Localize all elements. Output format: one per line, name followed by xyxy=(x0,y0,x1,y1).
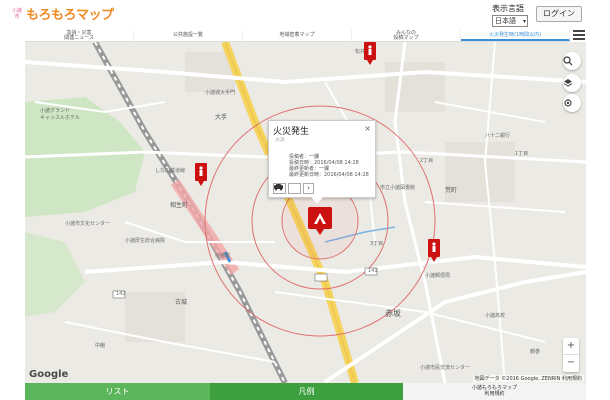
logo-sub-text: 小諸市 xyxy=(11,7,22,20)
map-label-itchome: 1丁目 xyxy=(515,151,529,157)
map-label-akasaka: 赤坂 xyxy=(385,309,401,318)
popup-subtitle: 火災 xyxy=(275,137,286,143)
tab-community-map[interactable]: 地域密着マップ xyxy=(243,30,352,41)
layers-icon[interactable] xyxy=(563,74,581,92)
map-label-komoro-hosp: 小諸厚生総合病院 xyxy=(125,238,166,244)
map-label-sanchome: 3丁目 xyxy=(370,241,384,247)
map-label-route-141: 141 xyxy=(368,268,378,274)
language-select[interactable]: 日本語 ▾ xyxy=(492,15,528,27)
map-label-post: 小諸郵便局 xyxy=(425,273,451,279)
map-label-komoro-station: 小諸駅 xyxy=(215,253,231,259)
map-label-komoro-castle: 小諸城大手門 xyxy=(205,90,236,96)
map-label-tsurumaki: 鶴巻 xyxy=(530,349,541,355)
language-selector: 表示言語 日本語 ▾ xyxy=(492,3,530,27)
language-label: 表示言語 xyxy=(492,4,524,13)
category-tabs: 急訴・災害 関連ニュース 公共施設一覧 地域密着マップ みんなの 投稿マップ 火… xyxy=(25,30,570,42)
chevron-down-icon: ▾ xyxy=(522,18,526,25)
train-icon[interactable] xyxy=(274,183,301,194)
map-label-library: 小諸市民交流センター xyxy=(420,365,471,371)
bottom-bar: リスト 凡例 小諸もろもろマップ 利用規約 xyxy=(25,383,586,400)
zoom-control: + − xyxy=(563,338,579,372)
map-roads xyxy=(25,42,586,383)
tab-disaster-news[interactable]: 急訴・災害 関連ニュース xyxy=(25,30,134,41)
flame-icon xyxy=(314,213,326,224)
zoom-out-button[interactable]: − xyxy=(563,355,579,372)
fire-report-marker[interactable] xyxy=(428,239,440,262)
list-button[interactable]: リスト xyxy=(25,383,210,400)
tab-user-posts[interactable]: みんなの 投稿マップ xyxy=(352,30,461,41)
logo[interactable]: 小諸市 もろもろマップ xyxy=(10,4,114,24)
search-icon[interactable] xyxy=(563,52,581,70)
map-label-kaikoen: 小諸グランド キャッスルホテル xyxy=(40,108,81,121)
map-label-nichome: 2丁目 xyxy=(420,158,434,164)
zoom-in-button[interactable]: + xyxy=(563,338,579,355)
map-label-route-142: 142 xyxy=(116,291,126,297)
map-label-hachijuni: 八十二銀行 xyxy=(485,133,511,139)
google-logo: Google xyxy=(29,369,69,380)
tab-fire-alerts[interactable]: 火災発生時(1時間以内) xyxy=(461,30,570,41)
map-label-nakadana: 中棚 xyxy=(95,343,106,349)
fire-incident-marker[interactable] xyxy=(308,207,332,235)
fire-report-marker[interactable] xyxy=(195,163,207,186)
terms-link[interactable]: 小諸もろもろマップ 利用規約 xyxy=(403,383,586,400)
login-button[interactable]: ログイン xyxy=(536,6,582,22)
map-attribution[interactable]: 地図データ ©2016 Google, ZENRIN 利用規約 xyxy=(472,375,584,382)
map-canvas[interactable]: 赤坂 大手 古城 荒町 相生町 小諸城大手門 小諸グランド キャッスルホテル 小… xyxy=(25,42,586,383)
header: 小諸市 もろもろマップ 表示言語 日本語 ▾ ログイン xyxy=(0,0,610,30)
close-icon[interactable]: × xyxy=(364,124,371,133)
tab-public-facilities[interactable]: 公共施設一覧 xyxy=(134,30,243,41)
map-label-otemachi: 大手 xyxy=(215,114,228,121)
incident-popup: 火災発生 火災 × 投稿者：一課 投稿日時：2016/04/08 14:28 最… xyxy=(268,120,376,204)
legend-button[interactable]: 凡例 xyxy=(210,383,403,400)
map-label-shinano: しなの鉄道線 xyxy=(155,168,186,174)
popup-info: 投稿者：一課 投稿日時：2016/04/08 14:28 最終更新者：一課 最終… xyxy=(289,154,369,178)
map-label-aioi: 相生町 xyxy=(170,202,189,209)
map-label-cultural: 小諸市文化センター xyxy=(65,221,111,227)
logo-text: もろもろマップ xyxy=(26,8,114,23)
fire-report-marker[interactable] xyxy=(364,42,376,65)
location-icon[interactable] xyxy=(563,94,581,112)
map-label-furuki: 古城 xyxy=(175,299,188,306)
language-selected-value: 日本語 xyxy=(495,17,516,25)
map-label-komoro-high: 小諸高校 xyxy=(485,313,506,319)
hamburger-menu-icon[interactable] xyxy=(572,28,586,42)
map-label-haruhara: 荒町 xyxy=(445,187,458,194)
map-label-city-hall: 市立小諸図書館 xyxy=(380,185,416,191)
chevron-right-icon[interactable]: › xyxy=(303,183,314,194)
popup-info-updated-at: 最終更新日時：2016/04/08 14:28 xyxy=(289,172,369,178)
popup-route-buttons: › xyxy=(273,183,314,194)
